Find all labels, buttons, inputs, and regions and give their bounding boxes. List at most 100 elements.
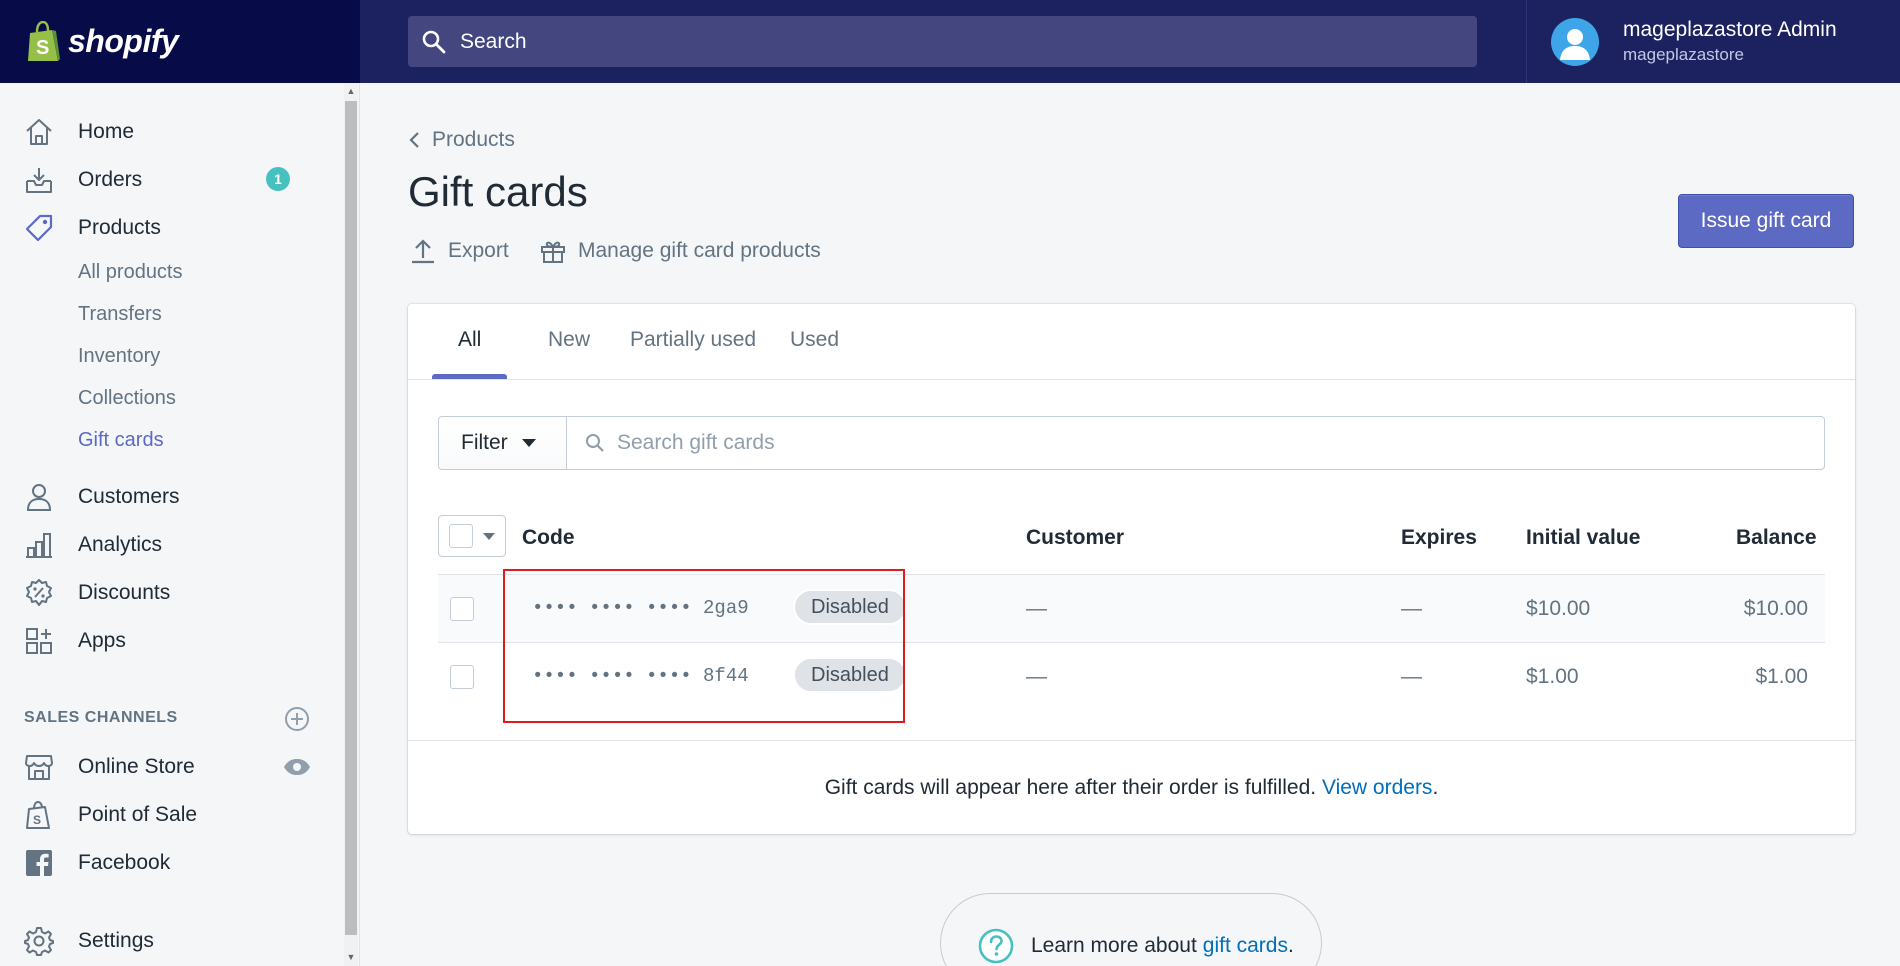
empty-state-message: Gift cards will appear here after their … (408, 776, 1855, 800)
sidebar-scrollbar-thumb[interactable] (345, 101, 357, 935)
sidebar-item-label: Customers (78, 485, 180, 508)
sidebar-item-point-of-sale[interactable]: S Point of Sale (22, 795, 322, 835)
tab-all[interactable]: All (458, 328, 481, 352)
global-search-placeholder: Search (460, 29, 527, 53)
tab-used[interactable]: Used (790, 328, 839, 352)
filter-label: Filter (461, 431, 508, 454)
sidebar-item-label: Settings (78, 929, 154, 952)
sidebar-item-customers[interactable]: Customers (22, 477, 322, 517)
person-icon (22, 480, 56, 514)
store-name: mageplazastore (1623, 45, 1744, 64)
help-circle-icon (978, 928, 1014, 964)
gift-icon (541, 241, 565, 263)
initial-value-cell: $10.00 (1526, 597, 1591, 620)
chevron-left-icon (409, 132, 419, 148)
select-all-checkbox[interactable] (438, 515, 506, 557)
expires-cell: — (1401, 665, 1422, 688)
learn-suffix: . (1287, 934, 1294, 957)
breadcrumb-label: Products (432, 128, 515, 151)
customer-cell: — (1026, 597, 1047, 620)
export-label: Export (448, 239, 509, 262)
filter-bar: Filter (438, 416, 1825, 470)
tab-new[interactable]: New (548, 328, 590, 352)
gear-icon (22, 924, 56, 958)
sidebar-item-label: Home (78, 120, 135, 143)
filter-button[interactable]: Filter (439, 417, 567, 469)
customer-cell: — (1026, 665, 1047, 688)
sidebar-item-online-store[interactable]: Online Store (22, 747, 322, 787)
shopify-logo[interactable]: S shopify (0, 0, 360, 83)
add-sales-channel-icon[interactable] (284, 706, 310, 732)
sidebar-subitem-gift-cards[interactable]: Gift cards (78, 429, 164, 452)
sidebar-item-home[interactable]: Home (22, 112, 322, 152)
gift-card-search[interactable] (567, 417, 1767, 469)
checkbox[interactable] (449, 524, 473, 548)
bar-chart-icon (22, 528, 56, 562)
shopify-bag-icon: S (28, 20, 60, 61)
footer-text: Gift cards will appear here after their … (824, 776, 1317, 799)
user-name: mageplazastore Admin (1623, 18, 1837, 41)
page-title: Gift cards (408, 168, 588, 215)
column-header-expires[interactable]: Expires (1401, 526, 1477, 550)
view-orders-link[interactable]: View orders (1322, 776, 1433, 799)
sidebar: Home Orders 1 Products All products Tran… (0, 83, 360, 966)
search-gift-cards-input[interactable] (617, 431, 1767, 455)
scroll-down-arrow-icon[interactable]: ▼ (345, 951, 357, 963)
sidebar-subitem-collections[interactable]: Collections (78, 387, 176, 410)
avatar[interactable] (1551, 17, 1599, 66)
sidebar-subitem-inventory[interactable]: Inventory (78, 345, 160, 368)
sidebar-item-label: Analytics (78, 533, 163, 556)
column-header-customer[interactable]: Customer (1026, 526, 1124, 550)
store-icon (22, 750, 56, 784)
sidebar-item-label: Discounts (78, 581, 171, 604)
column-header-initial-value[interactable]: Initial value (1526, 526, 1640, 550)
view-store-eye-icon[interactable] (283, 758, 311, 776)
orders-count-badge: 1 (266, 167, 290, 191)
sidebar-item-label: Point of Sale (78, 803, 198, 826)
initial-value-cell: $1.00 (1526, 665, 1579, 688)
column-header-balance[interactable]: Balance (1736, 526, 1817, 550)
search-icon (586, 434, 604, 452)
breadcrumb[interactable]: Products (408, 128, 515, 152)
svg-text:S: S (33, 813, 41, 827)
manage-label: Manage gift card products (578, 239, 821, 262)
sidebar-subitem-all-products[interactable]: All products (78, 261, 183, 284)
tag-icon (22, 211, 56, 245)
tab-partially-used[interactable]: Partially used (630, 328, 756, 352)
brand-name: shopify (68, 23, 179, 59)
annotation-highlight (503, 569, 905, 723)
balance-cell: $10.00 (1743, 597, 1808, 620)
manage-gift-card-products-button[interactable]: Manage gift card products (540, 238, 821, 264)
sidebar-item-products[interactable]: Products (22, 208, 322, 248)
sidebar-item-label: Orders (78, 168, 143, 191)
home-icon (22, 115, 56, 149)
sidebar-item-label: Products (78, 216, 161, 239)
balance-cell: $1.00 (1755, 665, 1808, 688)
caret-down-icon (521, 439, 536, 447)
issue-gift-card-button[interactable]: Issue gift card (1678, 194, 1854, 248)
sidebar-subitem-transfers[interactable]: Transfers (78, 303, 162, 326)
footer-suffix: . (1432, 776, 1439, 799)
global-search[interactable]: Search (408, 16, 1477, 67)
sidebar-item-label: Apps (78, 629, 126, 652)
row-checkbox[interactable] (450, 665, 474, 689)
sidebar-item-analytics[interactable]: Analytics (22, 525, 322, 565)
column-header-code[interactable]: Code (522, 526, 575, 550)
facebook-icon (22, 846, 56, 880)
user-menu[interactable]: mageplazastore Admin mageplazastore (1526, 0, 1900, 83)
svg-text:S: S (36, 37, 49, 59)
sidebar-item-discounts[interactable]: Discounts (22, 573, 322, 613)
sidebar-item-label: Facebook (78, 851, 171, 874)
scroll-up-arrow-icon[interactable]: ▲ (345, 85, 357, 97)
user-avatar-icon (1560, 28, 1590, 60)
sidebar-item-settings[interactable]: Settings (22, 921, 322, 961)
upload-icon (412, 239, 434, 264)
export-button[interactable]: Export (410, 238, 509, 264)
sidebar-item-facebook[interactable]: Facebook (22, 843, 322, 883)
row-checkbox[interactable] (450, 597, 474, 621)
sidebar-item-apps[interactable]: Apps (22, 621, 322, 661)
discount-icon (22, 576, 56, 610)
caret-down-icon[interactable] (483, 532, 495, 540)
gift-cards-help-link[interactable]: gift cards (1203, 934, 1288, 958)
learn-more-callout: Learn more about gift cards. (940, 893, 1322, 966)
